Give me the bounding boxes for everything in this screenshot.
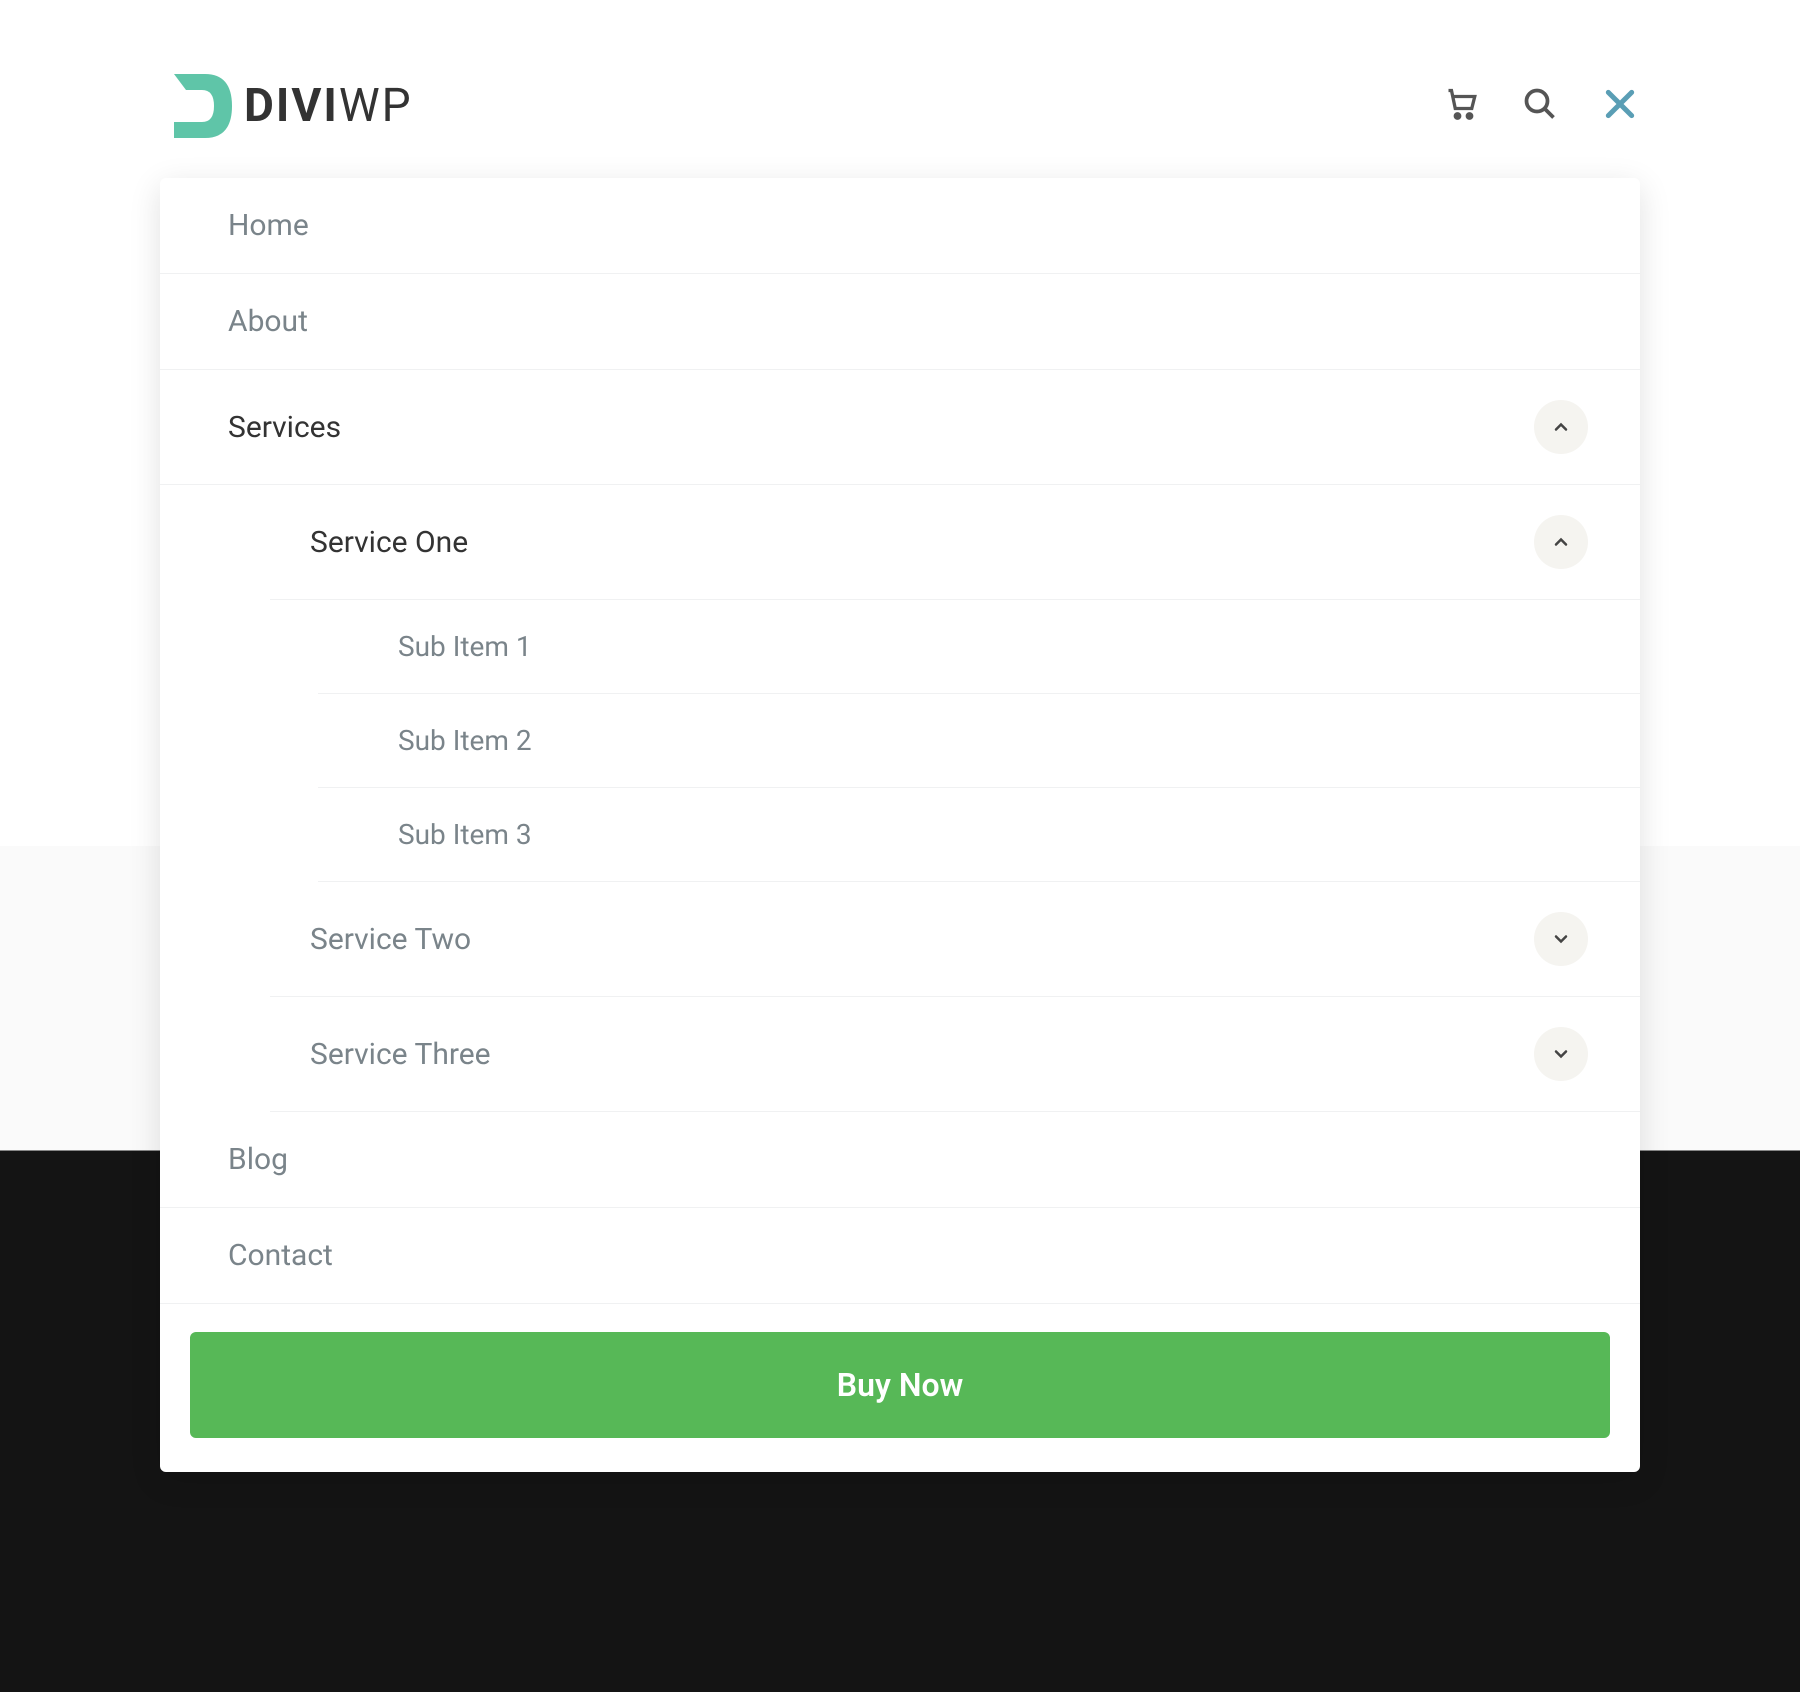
menu-item-sub-1-label: Sub Item 1 (398, 630, 532, 663)
logo-text-wp: WP (339, 79, 413, 133)
menu-item-home[interactable]: Home (160, 178, 1640, 274)
collapse-services-button[interactable] (1534, 400, 1588, 454)
menu-item-blog-label: Blog (228, 1142, 288, 1177)
expand-service-two-button[interactable] (1534, 912, 1588, 966)
menu-item-services-label: Services (228, 410, 341, 445)
chevron-up-icon (1551, 417, 1571, 437)
menu-item-service-three[interactable]: Service Three (200, 997, 1640, 1111)
menu-item-service-one-label: Service One (310, 525, 468, 560)
search-icon[interactable] (1522, 86, 1558, 126)
header-icons (1444, 84, 1640, 128)
menu-item-services[interactable]: Services (160, 370, 1640, 485)
menu-item-service-three-label: Service Three (310, 1037, 491, 1072)
menu-item-sub-1[interactable]: Sub Item 1 (240, 600, 1640, 693)
main-container: DIVIWP (160, 54, 1640, 1692)
buy-now-label: Buy Now (837, 1366, 963, 1404)
menu-item-sub-3[interactable]: Sub Item 3 (240, 788, 1640, 881)
menu-item-about[interactable]: About (160, 274, 1640, 370)
close-icon[interactable] (1600, 84, 1640, 128)
chevron-down-icon (1551, 929, 1571, 949)
menu-panel: Home About Services Service One (160, 178, 1640, 1472)
cart-icon[interactable] (1444, 86, 1480, 126)
menu-item-service-one[interactable]: Service One (200, 485, 1640, 599)
menu-item-home-label: Home (228, 208, 309, 243)
menu-item-service-two[interactable]: Service Two (200, 882, 1640, 996)
menu-item-sub-2-label: Sub Item 2 (398, 724, 532, 757)
menu-item-about-label: About (228, 304, 308, 339)
header: DIVIWP (160, 54, 1640, 158)
menu-item-contact-label: Contact (228, 1238, 333, 1273)
menu-item-sub-3-label: Sub Item 3 (398, 818, 532, 851)
expand-service-three-button[interactable] (1534, 1027, 1588, 1081)
collapse-service-one-button[interactable] (1534, 515, 1588, 569)
logo-icon (160, 66, 240, 146)
menu-item-blog[interactable]: Blog (160, 1112, 1640, 1208)
menu-item-contact[interactable]: Contact (160, 1208, 1640, 1304)
menu-item-service-two-label: Service Two (310, 922, 471, 957)
menu-item-sub-2[interactable]: Sub Item 2 (240, 694, 1640, 787)
chevron-down-icon (1551, 1044, 1571, 1064)
buy-now-button[interactable]: Buy Now (190, 1332, 1610, 1438)
logo-text-divi: DIVI (244, 79, 339, 133)
logo[interactable]: DIVIWP (160, 66, 413, 146)
logo-text: DIVIWP (244, 79, 413, 133)
chevron-up-icon (1551, 532, 1571, 552)
